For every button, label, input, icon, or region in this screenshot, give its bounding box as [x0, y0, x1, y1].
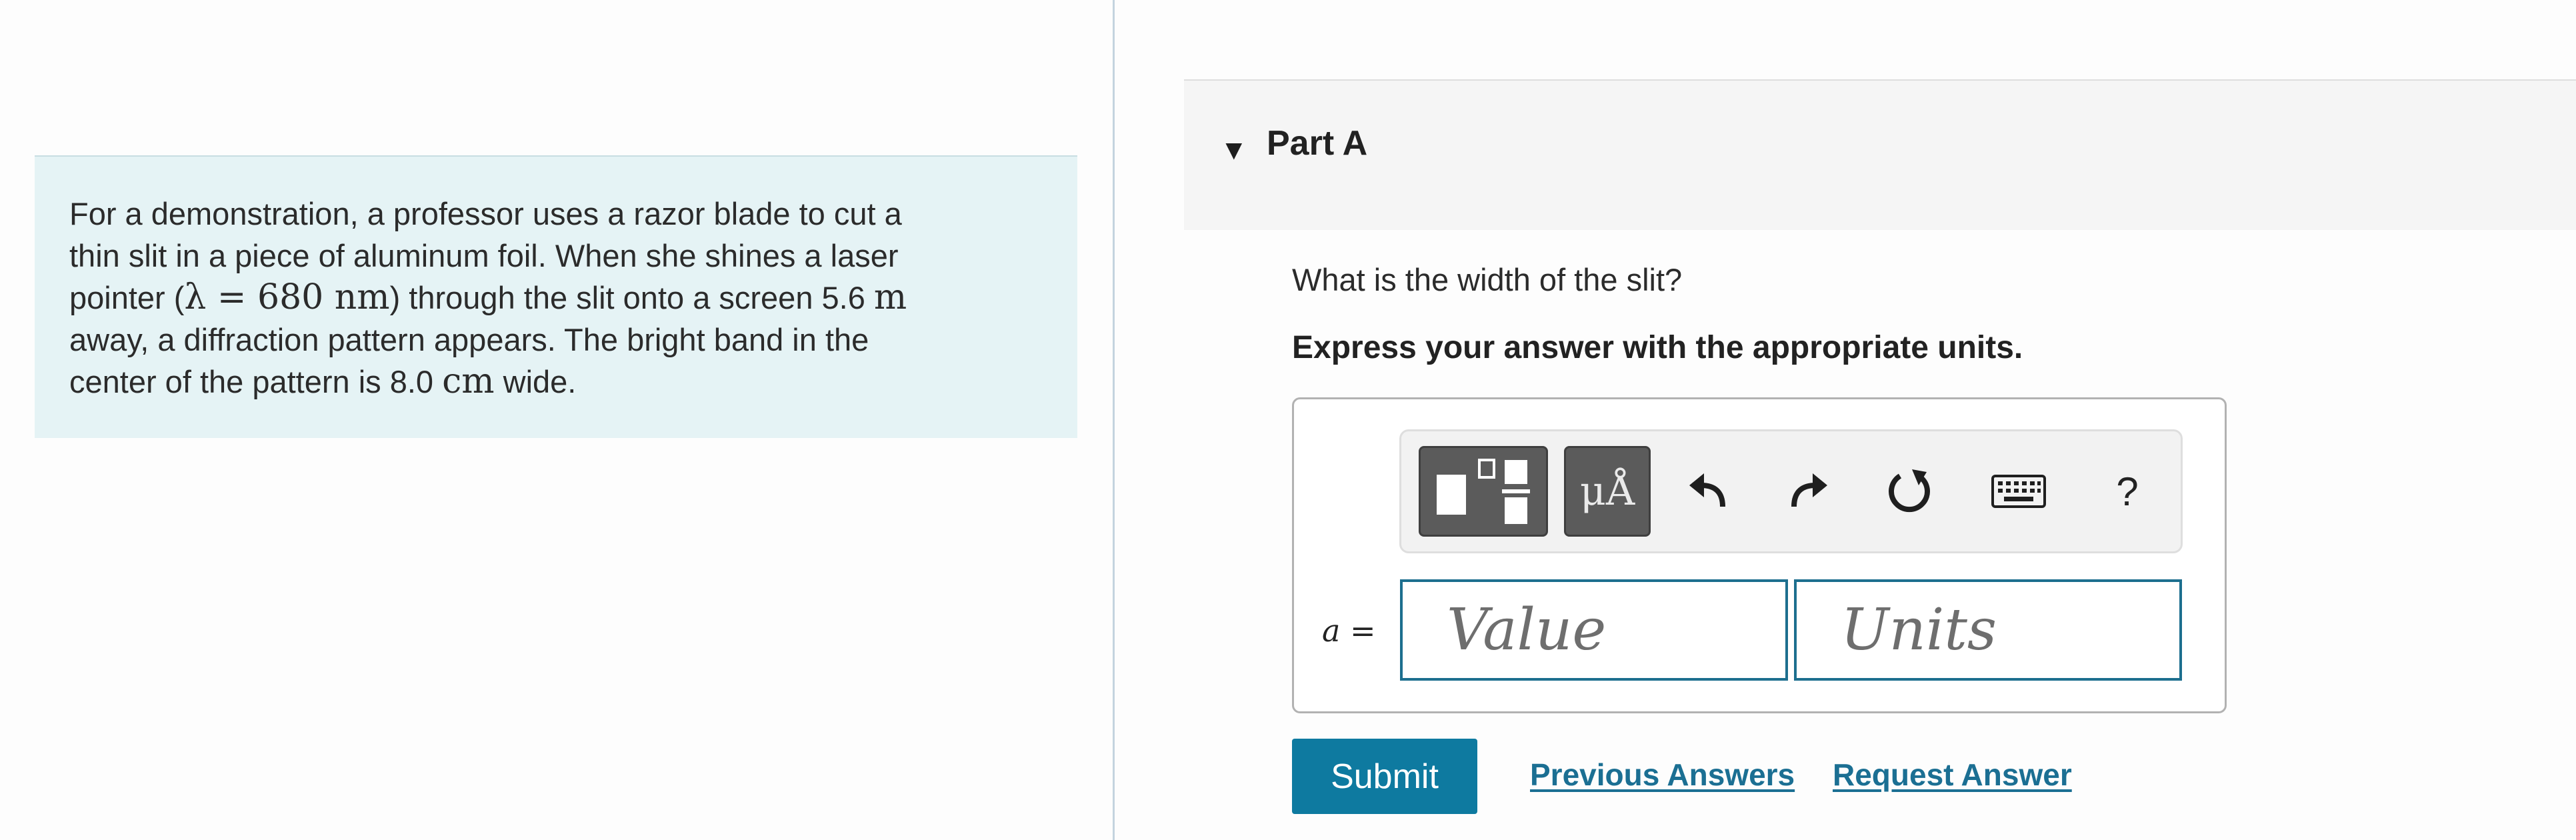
- units-input[interactable]: Units: [1794, 579, 2182, 681]
- previous-answers-link[interactable]: Previous Answers: [1530, 757, 1795, 793]
- part-title: Part A: [1267, 124, 1368, 163]
- keyboard-icon[interactable]: [1987, 446, 2051, 537]
- request-answer-link[interactable]: Request Answer: [1833, 757, 2072, 793]
- problem-line: For a demonstration, a professor uses a …: [69, 196, 902, 231]
- problem-pane: For a demonstration, a professor uses a …: [0, 0, 1113, 840]
- submit-button[interactable]: Submit: [1292, 739, 1477, 814]
- undo-icon[interactable]: [1677, 446, 1741, 537]
- part-a-header[interactable]: ▼ Part A: [1184, 79, 2576, 230]
- redo-icon[interactable]: [1776, 446, 1840, 537]
- problem-statement-box: For a demonstration, a professor uses a …: [35, 155, 1077, 438]
- reset-icon[interactable]: [1878, 446, 1942, 537]
- problem-line: thin slit in a piece of aluminum foil. W…: [69, 238, 899, 273]
- templates-icon[interactable]: [1419, 446, 1548, 537]
- question-text: What is the width of the slit?: [1292, 262, 1683, 297]
- problem-line: pointer (λ = 680 nm) through the slit on…: [69, 277, 907, 317]
- value-input[interactable]: Value: [1400, 579, 1788, 681]
- math-toolbar: μÅ ?: [1399, 429, 2183, 553]
- caret-down-icon[interactable]: ▼: [1220, 136, 1248, 164]
- help-icon[interactable]: ?: [2095, 446, 2159, 537]
- problem-line: center of the pattern is 8.0 cm wide.: [69, 361, 577, 401]
- answer-variable-label: a =: [1322, 613, 1376, 649]
- width-unit: cm: [442, 361, 495, 401]
- distance-unit: m: [873, 277, 907, 317]
- answer-box: μÅ ? a = Value Units: [1292, 397, 2227, 713]
- problem-line: away, a diffraction pattern appears. The…: [69, 322, 869, 357]
- wavelength-math: λ = 680 nm: [184, 277, 390, 317]
- units-icon[interactable]: μÅ: [1564, 446, 1651, 537]
- problem-statement: For a demonstration, a professor uses a …: [69, 193, 1044, 403]
- question-pane: ▼ Part A What is the width of the slit? …: [1115, 0, 2576, 840]
- instruction-text: Express your answer with the appropriate…: [1292, 330, 2023, 365]
